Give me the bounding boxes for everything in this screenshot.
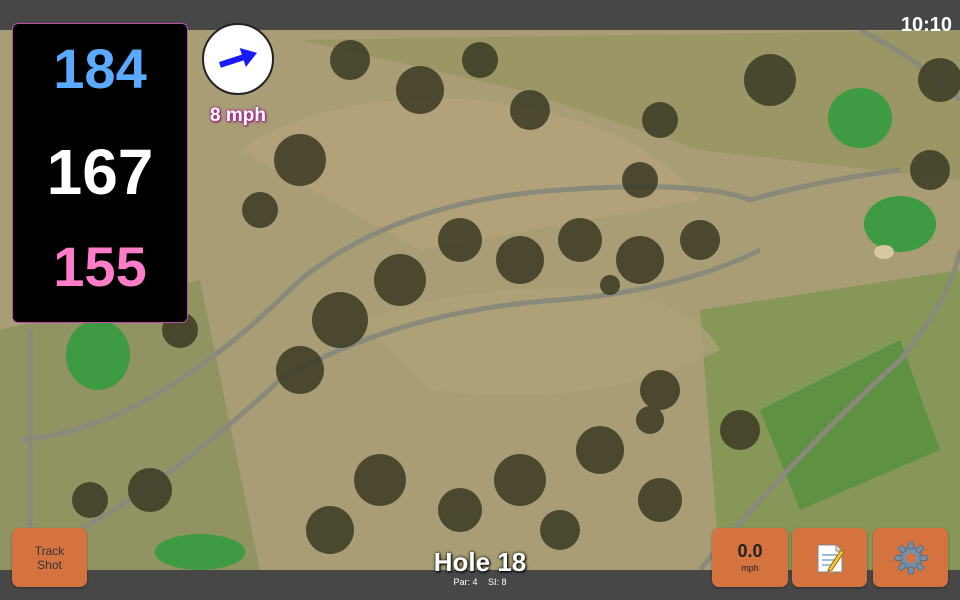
notes-button[interactable] xyxy=(792,528,867,587)
hole-stroke-index: SI: 8 xyxy=(488,577,507,587)
back-of-green-distance: 184 xyxy=(53,37,147,100)
track-shot-label-line1: Track xyxy=(34,543,65,558)
track-shot-label: Track Shot xyxy=(25,544,75,572)
front-of-green-distance: 155 xyxy=(53,235,147,298)
speed-unit: mph xyxy=(741,562,759,573)
status-clock: 10:10 xyxy=(900,14,952,36)
middle-of-green-distance: 167 xyxy=(46,136,154,208)
speed-value: 0.0 xyxy=(737,540,763,561)
hole-info: Par: 4 SI: 8 xyxy=(380,577,580,587)
track-shot-label-line2: Shot xyxy=(37,557,62,572)
speed-button[interactable]: 0.0 mph xyxy=(712,528,788,587)
gear-icon xyxy=(894,541,927,574)
memo-icon xyxy=(817,544,845,572)
wind-speed-label: 8 mph xyxy=(210,105,266,126)
settings-button[interactable] xyxy=(873,528,948,587)
hole-title: Hole 18 xyxy=(433,547,527,577)
arrow-icon xyxy=(219,47,258,68)
hole-par: Par: 4 xyxy=(453,577,478,587)
wind-direction-dial xyxy=(202,23,274,95)
track-shot-button[interactable]: Track Shot xyxy=(12,528,87,587)
distance-panel: 184 167 155 xyxy=(12,23,188,323)
